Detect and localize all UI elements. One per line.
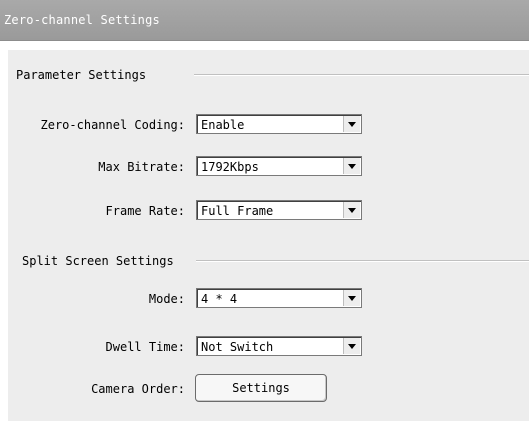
- frame-rate-value: Full Frame: [201, 204, 274, 218]
- max-bitrate-label: Max Bitrate:: [98, 160, 185, 174]
- zero-channel-coding-value: Enable: [201, 118, 245, 132]
- zero-channel-coding-label: Zero-channel Coding:: [40, 118, 186, 132]
- chevron-down-icon[interactable]: [343, 116, 360, 132]
- zero-channel-settings-window: Zero-channel Settings Parameter Settings…: [0, 0, 529, 421]
- chevron-down-icon[interactable]: [343, 290, 360, 306]
- zero-channel-coding-select[interactable]: Enable: [196, 114, 362, 134]
- dwell-time-label: Dwell Time:: [105, 340, 185, 354]
- dwell-time-select[interactable]: Not Switch: [196, 336, 362, 356]
- split-screen-settings-heading: Split Screen Settings: [22, 254, 178, 268]
- parameter-group-divider: [194, 74, 529, 76]
- mode-label: Mode:: [148, 292, 185, 306]
- title-bar: Zero-channel Settings: [0, 0, 529, 41]
- chevron-down-icon[interactable]: [343, 158, 360, 174]
- chevron-down-icon[interactable]: [343, 338, 360, 354]
- split-group-divider: [196, 260, 529, 262]
- settings-body: Parameter Settings Zero-channel Coding: …: [8, 50, 529, 421]
- frame-rate-select[interactable]: Full Frame: [196, 200, 362, 220]
- max-bitrate-value: 1792Kbps: [201, 160, 259, 174]
- mode-value: 4 * 4: [201, 292, 238, 306]
- camera-order-label: Camera Order:: [91, 382, 185, 396]
- chevron-down-icon[interactable]: [343, 202, 360, 218]
- frame-rate-label: Frame Rate:: [105, 204, 185, 218]
- dwell-time-value: Not Switch: [201, 340, 274, 354]
- parameter-settings-heading: Parameter Settings: [16, 68, 151, 82]
- mode-select[interactable]: 4 * 4: [196, 288, 362, 308]
- max-bitrate-select[interactable]: 1792Kbps: [196, 156, 362, 176]
- window-title: Zero-channel Settings: [4, 13, 160, 27]
- camera-order-settings-button[interactable]: Settings: [195, 374, 327, 402]
